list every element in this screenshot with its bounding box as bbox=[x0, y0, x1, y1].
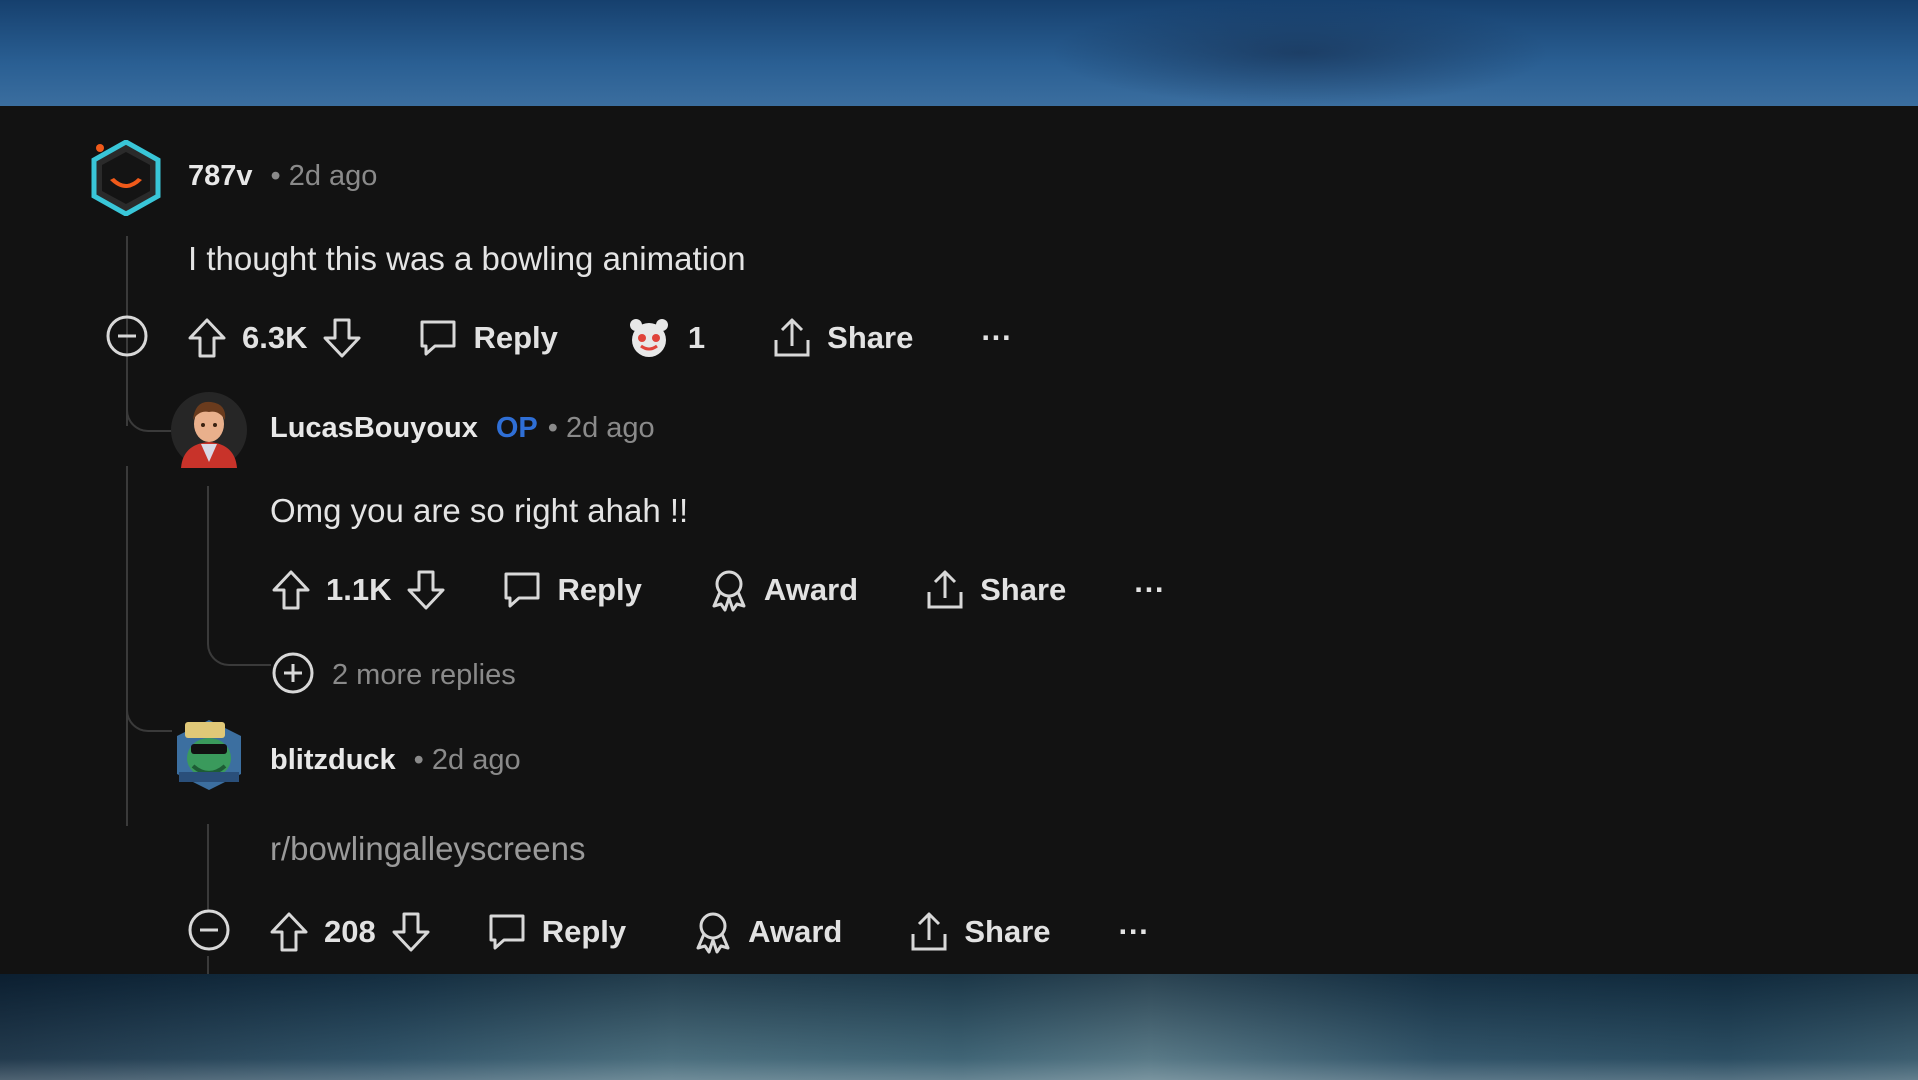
award-button[interactable]: 1 bbox=[626, 316, 705, 360]
vote-score: 208 bbox=[324, 914, 376, 949]
upvote-icon[interactable] bbox=[270, 568, 312, 612]
vote-group: 1.1K bbox=[270, 568, 447, 612]
collapse-icon[interactable] bbox=[104, 313, 150, 364]
share-label: Share bbox=[980, 572, 1067, 607]
upvote-icon[interactable] bbox=[268, 910, 310, 954]
share-label: Share bbox=[827, 320, 914, 355]
share-button[interactable]: Share bbox=[924, 568, 1066, 612]
share-icon bbox=[908, 910, 950, 954]
collapse-icon[interactable] bbox=[186, 907, 232, 958]
award-button[interactable]: Award bbox=[692, 910, 842, 954]
avatar-image bbox=[177, 720, 241, 790]
award-label: Award bbox=[748, 914, 843, 949]
reply-label: Reply bbox=[541, 914, 627, 949]
thread-line[interactable] bbox=[207, 824, 209, 910]
comment-actions: 1.1K Reply Award Share ··· bbox=[270, 566, 1165, 614]
downvote-icon[interactable] bbox=[405, 568, 447, 612]
thread-connector bbox=[126, 706, 172, 732]
reply-button[interactable]: Reply bbox=[486, 911, 626, 953]
thread-connector bbox=[207, 616, 271, 666]
reply-label: Reply bbox=[557, 572, 642, 607]
comment-author[interactable]: 787v bbox=[188, 160, 253, 193]
avatar-image bbox=[171, 392, 247, 468]
share-icon bbox=[924, 568, 966, 612]
share-button[interactable]: Share bbox=[908, 910, 1051, 954]
thread-connector bbox=[126, 406, 172, 432]
thread-line[interactable] bbox=[207, 956, 209, 974]
share-button[interactable]: Share bbox=[771, 316, 913, 360]
award-count: 1 bbox=[687, 320, 706, 355]
comment-thread-panel: 787v • 2d ago I thought this was a bowli… bbox=[0, 106, 1918, 974]
thread-line[interactable] bbox=[126, 466, 128, 826]
comment-author[interactable]: LucasBouyoux bbox=[270, 412, 478, 445]
background-top bbox=[0, 0, 1918, 106]
award-icon bbox=[692, 910, 734, 954]
comment-icon bbox=[417, 317, 459, 359]
reply-label: Reply bbox=[473, 320, 558, 355]
comment-body: I thought this was a bowling animation bbox=[188, 240, 746, 277]
more-replies-label: 2 more replies bbox=[332, 659, 516, 691]
comment-timestamp[interactable]: • 2d ago bbox=[271, 160, 378, 193]
award-icon bbox=[708, 568, 750, 612]
comment-body: Omg you are so right ahah !! bbox=[270, 492, 689, 529]
downvote-icon[interactable] bbox=[390, 910, 432, 954]
overflow-icon[interactable]: ··· bbox=[1134, 572, 1165, 608]
overflow-icon[interactable]: ··· bbox=[1119, 914, 1150, 950]
award-icon bbox=[626, 316, 672, 360]
expand-icon bbox=[270, 650, 316, 701]
vote-group: 208 bbox=[268, 910, 432, 954]
background-bottom bbox=[0, 974, 1918, 1080]
comment-author[interactable]: blitzduck bbox=[270, 744, 396, 777]
comment-body-link[interactable]: r/bowlingalleyscreens bbox=[270, 830, 585, 868]
award-button[interactable]: Award bbox=[708, 568, 858, 612]
comment-timestamp[interactable]: • 2d ago bbox=[414, 744, 521, 777]
reply-button[interactable]: Reply bbox=[417, 317, 558, 359]
overflow-icon[interactable]: ··· bbox=[981, 320, 1012, 356]
avatar[interactable] bbox=[171, 716, 247, 792]
reply-button[interactable]: Reply bbox=[501, 569, 642, 611]
thread-line[interactable] bbox=[207, 486, 209, 636]
comment-timestamp[interactable]: • 2d ago bbox=[548, 412, 655, 445]
comment-actions: 6.3K Reply 1 Share ··· bbox=[104, 314, 1012, 362]
comment-icon bbox=[501, 569, 543, 611]
avatar[interactable] bbox=[88, 139, 164, 217]
downvote-icon[interactable] bbox=[321, 316, 363, 360]
share-icon bbox=[771, 316, 813, 360]
comment-actions: 208 Reply Award Share ··· bbox=[186, 908, 1150, 956]
avatar-image bbox=[91, 139, 161, 217]
upvote-icon[interactable] bbox=[186, 316, 228, 360]
comment-icon bbox=[486, 911, 528, 953]
more-replies-button[interactable]: 2 more replies bbox=[270, 650, 516, 701]
avatar[interactable] bbox=[171, 392, 247, 468]
vote-score: 6.3K bbox=[242, 320, 308, 355]
share-label: Share bbox=[964, 914, 1051, 949]
vote-score: 1.1K bbox=[326, 572, 392, 607]
op-badge: OP bbox=[495, 412, 538, 444]
vote-group: 6.3K bbox=[186, 316, 363, 360]
award-label: Award bbox=[763, 572, 859, 607]
